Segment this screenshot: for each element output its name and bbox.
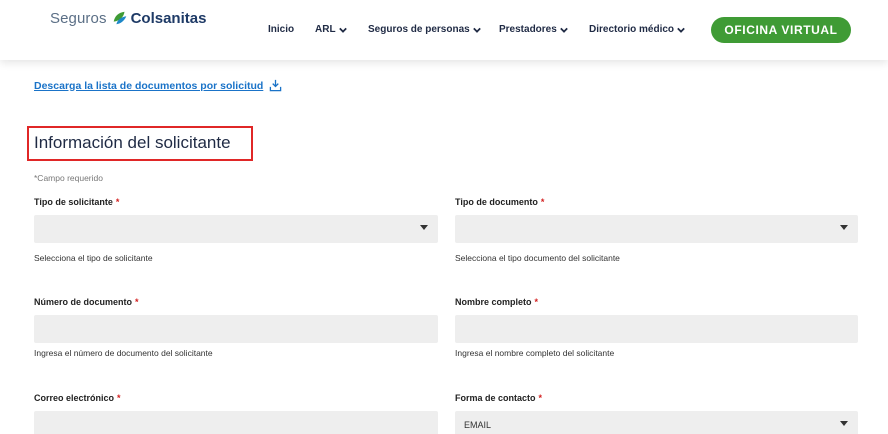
caret-down-icon [840,225,848,230]
nav-arl[interactable]: ARL [315,24,347,35]
nav-seguros-personas[interactable]: Seguros de personas [368,24,481,35]
chevron-down-icon [677,27,685,33]
caret-down-icon [420,225,428,230]
nav-label: Inicio [268,24,295,35]
label-text: Nombre completo [455,297,532,307]
leaf-logo-icon [113,11,126,25]
nombre-completo-label: Nombre completo * [455,297,538,307]
label-text: Correo electrónico [34,393,115,403]
select-value: EMAIL [464,420,492,430]
nav-label: Seguros de personas [368,24,470,35]
required-star: * [115,197,120,207]
label-text: Número de documento [34,297,133,307]
download-icon [270,79,282,92]
download-documents-link[interactable]: Descarga la lista de documentos por soli… [34,79,282,92]
tipo-documento-label: Tipo de documento * [455,197,544,207]
tipo-documento-select[interactable] [455,215,858,243]
required-star: * [135,297,139,307]
nombre-completo-input[interactable] [455,315,858,343]
site-header: Seguros Colsanitas Inicio ARL Seguros de… [0,0,888,60]
chevron-down-icon [338,27,347,33]
numero-documento-help: Ingresa el número de documento del solic… [34,348,213,358]
tipo-solicitante-select[interactable] [34,215,438,243]
download-link-label: Descarga la lista de documentos por soli… [34,79,264,92]
required-star: * [540,197,545,207]
correo-label: Correo electrónico * [34,393,121,403]
caret-down-icon [840,421,848,426]
logo-brand: Colsanitas [130,9,207,27]
label-text: Forma de contacto [455,393,536,403]
nav-inicio[interactable]: Inicio [268,24,294,35]
label-text: Tipo de documento [455,197,538,207]
logo-prefix: Seguros [50,9,107,27]
label-text: Tipo de solicitante [34,197,113,207]
correo-input[interactable] [34,411,438,434]
chevron-down-icon [559,27,568,33]
tipo-solicitante-label: Tipo de solicitante * [34,197,119,207]
section-title: Información del solicitante [34,133,231,152]
nav-label: Directorio médico [589,24,675,35]
numero-documento-label: Número de documento * [34,297,139,307]
nav-label: Prestadores [499,24,557,35]
chevron-down-icon [472,27,481,33]
required-star: * [534,297,539,307]
forma-contacto-label: Forma de contacto * [455,393,542,403]
required-star: * [538,393,543,403]
required-note: *Campo requerido [34,173,103,183]
required-star: * [117,393,121,403]
nav-label: ARL [315,24,336,35]
oficina-virtual-button[interactable]: OFICINA VIRTUAL [711,17,851,43]
forma-contacto-select[interactable]: EMAIL [455,411,858,434]
nav-prestadores[interactable]: Prestadores [499,24,568,35]
nombre-completo-help: Ingresa el nombre completo del solicitan… [455,348,615,358]
tipo-documento-help: Selecciona el tipo documento del solicit… [455,253,620,263]
tipo-solicitante-help: Selecciona el tipo de solicitante [34,253,153,263]
numero-documento-input[interactable] [34,315,438,343]
nav-directorio-medico[interactable]: Directorio médico [589,24,685,35]
site-logo[interactable]: Seguros Colsanitas [50,9,206,27]
